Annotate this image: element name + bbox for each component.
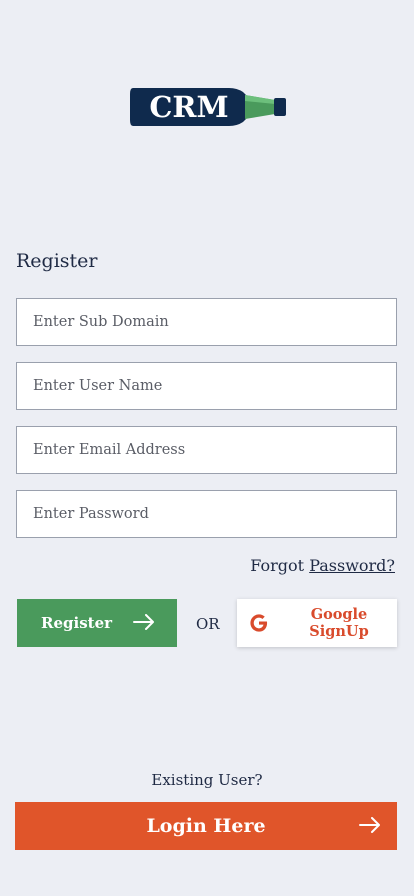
arrow-right-icon	[359, 817, 380, 833]
google-icon	[250, 614, 268, 632]
register-title: Register	[16, 250, 98, 272]
register-button-label: Register	[41, 614, 113, 632]
password-input[interactable]	[16, 490, 397, 538]
or-separator: OR	[196, 615, 220, 633]
subdomain-input[interactable]	[16, 298, 397, 346]
existing-user-text: Existing User?	[151, 771, 263, 789]
login-button-label: Login Here	[146, 815, 266, 837]
arrow-right-icon	[133, 614, 154, 630]
forgot-prefix: Forgot	[250, 556, 305, 575]
username-input[interactable]	[16, 362, 397, 410]
crm-logo: CRM	[130, 88, 286, 126]
forgot-password: Forgot Password?	[250, 556, 395, 575]
forgot-password-link[interactable]: Password?	[309, 556, 395, 575]
email-input[interactable]	[16, 426, 397, 474]
google-signup-button[interactable]: Google SignUp	[237, 599, 397, 647]
logo-text: CRM	[149, 90, 228, 124]
login-button[interactable]: Login Here	[15, 802, 397, 850]
google-signup-label: Google SignUp	[309, 606, 369, 640]
register-button[interactable]: Register	[17, 599, 177, 647]
